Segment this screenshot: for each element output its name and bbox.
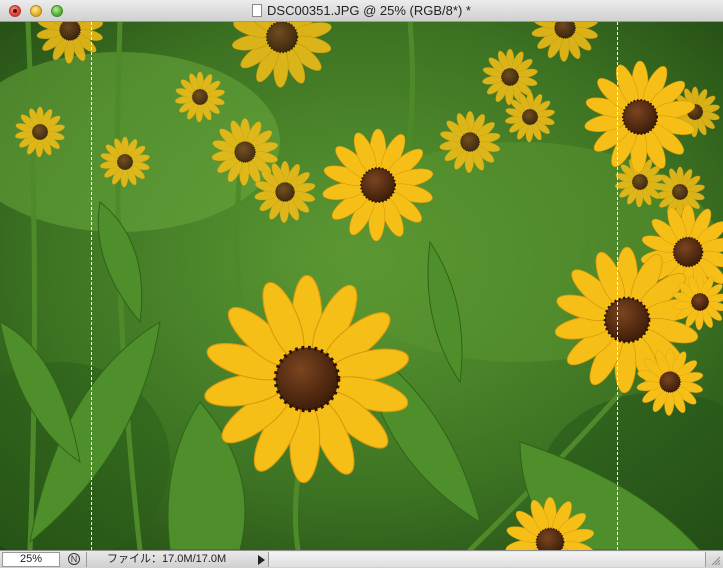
window-title: DSC00351.JPG @ 25% (RGB/8*) * — [0, 3, 723, 18]
flower-photo — [0, 22, 723, 550]
guide-line-left[interactable] — [91, 22, 92, 550]
horizontal-scrollbar[interactable] — [268, 552, 706, 567]
status-bar: 25% N ファイル：17.0M/17.0M — [0, 550, 723, 568]
window-title-text: DSC00351.JPG @ 25% (RGB/8*) * — [267, 3, 471, 18]
title-bar[interactable]: DSC00351.JPG @ 25% (RGB/8*) * — [0, 0, 723, 22]
info-menu-arrow-icon[interactable] — [258, 555, 265, 565]
document-icon — [252, 4, 263, 17]
navigator-icon[interactable]: N — [68, 553, 80, 565]
photoshop-document-window: DSC00351.JPG @ 25% (RGB/8*) * 25% N ファイル… — [0, 0, 723, 568]
resize-grip-icon[interactable] — [709, 554, 721, 566]
image-canvas[interactable] — [0, 22, 723, 550]
document-info: ファイル：17.0M/17.0M — [86, 552, 256, 567]
guide-line-right[interactable] — [617, 22, 618, 550]
zoom-level-field[interactable]: 25% — [2, 552, 60, 567]
